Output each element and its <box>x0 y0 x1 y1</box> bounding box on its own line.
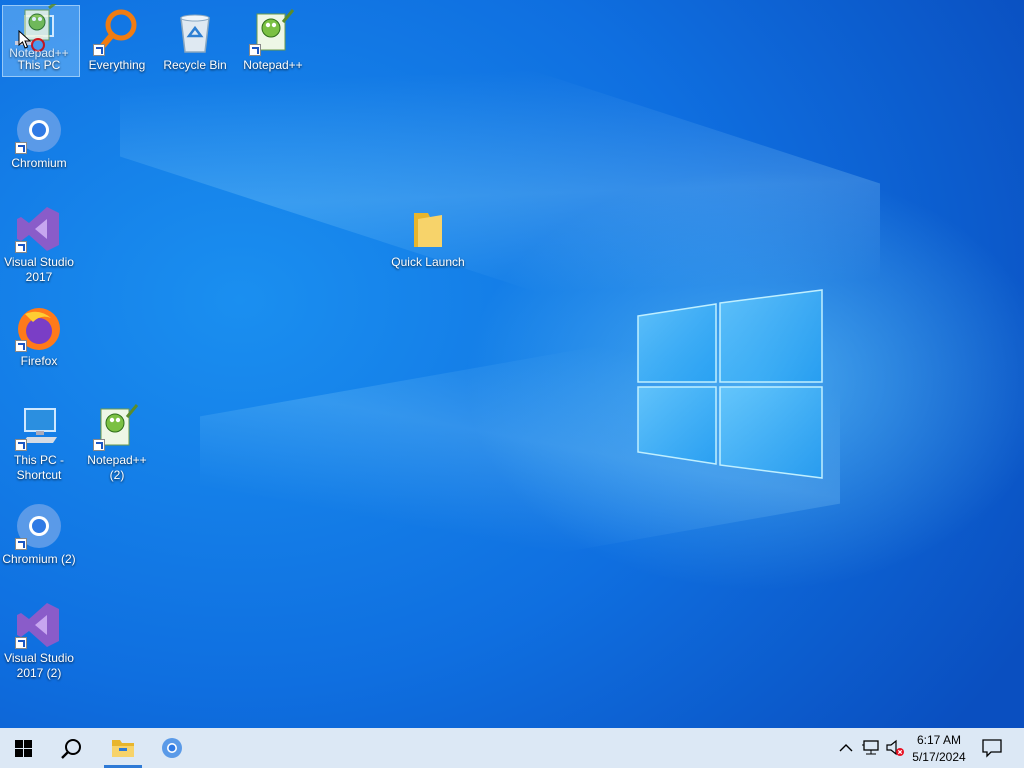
desktop-icon-visual-studio[interactable]: Visual Studio 2017 <box>1 205 77 285</box>
icon-label: Chromium <box>11 156 67 170</box>
shortcut-arrow-icon <box>15 538 27 550</box>
shortcut-arrow-icon <box>15 439 27 451</box>
desktop-icon-everything[interactable]: Everything <box>79 8 155 73</box>
shortcut-arrow-icon <box>249 44 261 56</box>
taskbar-chromium[interactable] <box>149 728 195 768</box>
everything-icon <box>93 8 141 56</box>
icon-label: Visual Studio 2017 <box>4 255 74 284</box>
desktop-icon-recycle-bin[interactable]: Recycle Bin <box>157 8 233 73</box>
shortcut-arrow-icon <box>93 44 105 56</box>
start-button[interactable] <box>0 728 46 768</box>
icon-label: Visual Studio 2017 (2) <box>4 651 74 680</box>
file-explorer-icon <box>112 740 134 757</box>
computer-icon <box>15 403 63 451</box>
firefox-icon <box>15 304 63 352</box>
icon-label: Quick Launch <box>391 255 465 269</box>
desktop-icon-firefox[interactable]: Firefox <box>1 304 77 369</box>
clock-date: 5/17/2024 <box>912 750 966 764</box>
visual-studio-icon <box>15 601 63 649</box>
desktop-icon-quick-launch[interactable]: Quick Launch <box>390 205 466 270</box>
notepad-plus-plus-icon <box>93 403 141 451</box>
desktop-icon-chromium-2[interactable]: Chromium (2) <box>1 502 77 567</box>
icon-label: This PC - Shortcut <box>13 453 64 482</box>
search-icon <box>61 739 81 759</box>
chromium-icon <box>15 502 63 550</box>
clock-time: 6:17 AM <box>916 733 962 747</box>
windows-start-icon <box>15 740 32 757</box>
chromium-icon <box>15 106 63 154</box>
shortcut-arrow-icon <box>15 142 27 154</box>
icon-label: Notepad++ (2) <box>87 453 147 482</box>
visual-studio-icon <box>15 205 63 253</box>
action-center-notification-icon[interactable] <box>981 738 1003 758</box>
drag-ghost-label: Notepad++ <box>9 46 69 60</box>
show-hidden-icons-chevron-up-icon[interactable] <box>838 740 854 756</box>
mouse-cursor-icon <box>18 30 32 49</box>
shortcut-arrow-icon <box>15 241 27 253</box>
shortcut-arrow-icon <box>15 340 27 352</box>
taskbar-file-explorer[interactable] <box>100 728 146 768</box>
network-icon[interactable] <box>861 739 881 757</box>
desktop-icon-this-pc[interactable]: Notepad++ This PC <box>1 0 77 73</box>
search-button[interactable] <box>48 728 94 768</box>
desktop-icon-this-pc-shortcut[interactable]: This PC - Shortcut <box>1 403 77 483</box>
volume-muted-icon[interactable] <box>885 739 905 757</box>
desktop-icon-chromium[interactable]: Chromium <box>1 106 77 171</box>
desktop-icon-notepadpp[interactable]: Notepad++ <box>235 8 311 73</box>
icon-label: Recycle Bin <box>163 58 227 72</box>
icon-label: Notepad++ <box>243 58 303 72</box>
notepad-plus-plus-icon <box>249 8 297 56</box>
desktop-wallpaper[interactable] <box>0 0 1024 728</box>
clock[interactable]: 6:17 AM 5/17/2024 <box>906 730 972 766</box>
recycle-bin-icon <box>171 8 219 56</box>
desktop-icon-visual-studio-2[interactable]: Visual Studio 2017 (2) <box>1 601 77 681</box>
icon-label: Chromium (2) <box>2 552 76 566</box>
windows-logo-wallpaper <box>637 289 823 479</box>
icon-label: Firefox <box>20 354 58 368</box>
icon-label: Everything <box>88 58 146 72</box>
shortcut-arrow-icon <box>15 637 27 649</box>
shortcut-arrow-icon <box>93 439 105 451</box>
folder-icon <box>404 205 452 253</box>
desktop-icon-notepadpp-2[interactable]: Notepad++ (2) <box>79 403 155 483</box>
chromium-icon <box>162 738 182 758</box>
taskbar: 6:17 AM 5/17/2024 <box>0 728 1024 768</box>
